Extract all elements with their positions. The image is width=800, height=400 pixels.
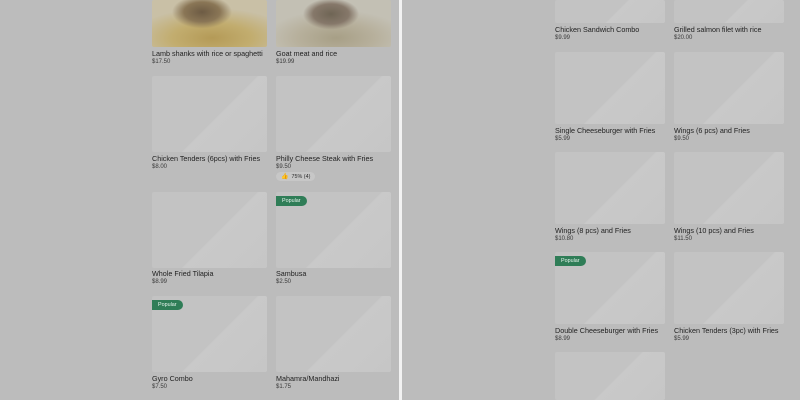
item-image-placeholder xyxy=(555,152,665,224)
item-photo xyxy=(276,0,391,47)
item-image-placeholder xyxy=(674,252,784,324)
item-price: $8.99 xyxy=(152,279,168,285)
item-image-placeholder xyxy=(555,352,665,400)
item-name: Gyro Combo xyxy=(152,374,193,383)
item-price: $10.80 xyxy=(555,236,574,242)
rating-chip: 👍 75% (4) xyxy=(276,172,316,181)
item-price: $1.75 xyxy=(276,384,292,390)
popular-badge: Popular xyxy=(555,256,586,266)
menu-column-left: Lamb shanks with rice or spaghetti $17.5… xyxy=(0,0,399,400)
item-name: Chicken Tenders (6pcs) with Fries xyxy=(152,154,261,163)
item-price: $8.00 xyxy=(152,164,168,170)
item-price: $17.50 xyxy=(152,59,171,65)
item-name: Goat meat and rice xyxy=(276,49,338,58)
item-image-placeholder xyxy=(674,52,784,124)
item-price: $19.99 xyxy=(276,59,295,65)
item-name: Wings (8 pcs) and Fries xyxy=(555,226,631,235)
item-image-placeholder xyxy=(674,152,784,224)
item-image-placeholder xyxy=(276,76,391,152)
menu-column-right: Chicken Sandwich Combo $9.99 Grilled sal… xyxy=(402,0,800,400)
item-name: Wings (6 pcs) and Fries xyxy=(674,126,750,135)
item-image-placeholder xyxy=(674,0,784,23)
item-name: Whole Fried Tilapia xyxy=(152,269,214,278)
item-image-placeholder xyxy=(555,52,665,124)
item-name: Single Cheeseburger with Fries xyxy=(555,126,656,135)
item-price: $20.00 xyxy=(674,35,693,41)
item-image-placeholder xyxy=(276,296,391,372)
item-image-placeholder xyxy=(152,192,267,268)
item-name: Wings (10 pcs) and Fries xyxy=(674,226,754,235)
item-price: $9.99 xyxy=(555,35,571,41)
item-name: Grilled salmon filet with rice xyxy=(674,25,762,34)
item-name: Lamb shanks with rice or spaghetti xyxy=(152,49,263,58)
item-price: $8.99 xyxy=(555,336,571,342)
item-name: Chicken Tenders (3pc) with Fries xyxy=(674,326,779,335)
item-name: Philly Cheese Steak with Fries xyxy=(276,154,374,163)
item-price: $2.50 xyxy=(276,279,292,285)
item-price: $7.50 xyxy=(152,384,168,390)
item-image-placeholder xyxy=(555,0,665,23)
item-price: $5.99 xyxy=(555,136,571,142)
thumbs-up-icon: 👍 xyxy=(281,174,289,180)
item-price: $5.99 xyxy=(674,336,690,342)
item-price: $11.50 xyxy=(674,236,692,242)
item-name: Chicken Sandwich Combo xyxy=(555,25,640,34)
item-price: $9.50 xyxy=(674,136,690,142)
item-name: Mahamra/Mandhazi xyxy=(276,374,340,383)
item-name: Sambusa xyxy=(276,269,307,278)
item-photo xyxy=(152,0,267,47)
popular-badge: Popular xyxy=(276,196,307,206)
item-name: Double Cheeseburger with Fries xyxy=(555,326,659,335)
popular-badge: Popular xyxy=(152,300,183,310)
item-price: $9.50 xyxy=(276,164,292,170)
rating-text: 75% (4) xyxy=(291,174,311,180)
item-image-placeholder xyxy=(152,76,267,152)
